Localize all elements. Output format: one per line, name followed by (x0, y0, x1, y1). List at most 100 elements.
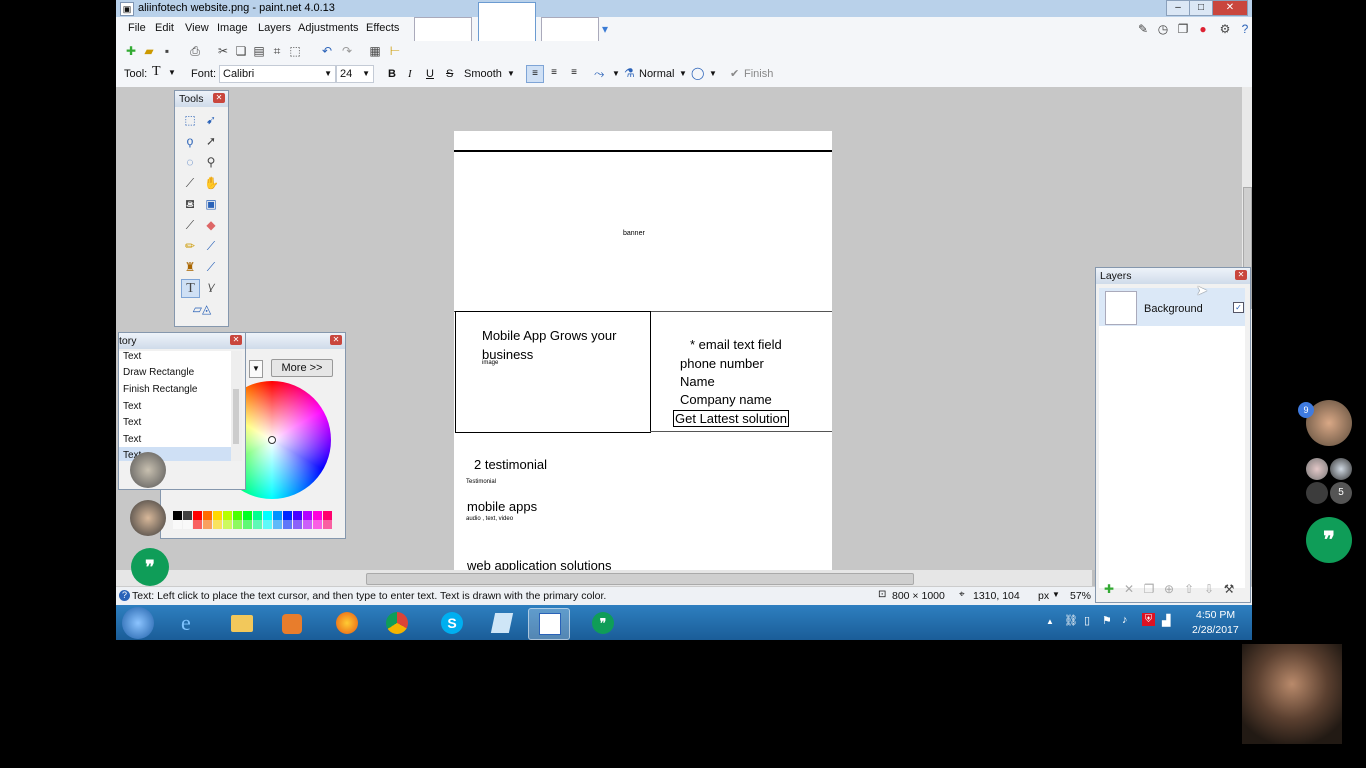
palette-swatch[interactable] (283, 511, 292, 520)
colors-panel-close-button[interactable]: ✕ (330, 335, 342, 345)
print-icon[interactable]: ⎙ (188, 44, 202, 58)
hangouts-avatar-small[interactable] (130, 452, 166, 488)
chrome-icon[interactable] (376, 608, 416, 638)
palette-swatch[interactable] (223, 511, 232, 520)
palette-swatch[interactable] (193, 511, 202, 520)
font-size-select[interactable]: 24 ▼ (336, 65, 374, 83)
history-item[interactable]: Text (123, 434, 141, 445)
paste-icon[interactable]: ▤ (252, 44, 266, 58)
palette-swatch[interactable] (313, 511, 322, 520)
shapes-icon[interactable]: ▱◬ (191, 302, 213, 316)
palette-swatch[interactable] (293, 511, 302, 520)
undo-icon[interactable]: ↶ (320, 44, 334, 58)
units-select[interactable]: px (1038, 590, 1049, 602)
history-item[interactable]: Text (123, 351, 141, 362)
palette-swatch[interactable] (213, 511, 222, 520)
file-explorer-icon[interactable] (221, 608, 261, 638)
taskbar-date[interactable]: 2/28/2017 (1192, 624, 1239, 636)
menu-layers[interactable]: Layers (258, 22, 291, 34)
open-folder-icon[interactable]: ▰ (142, 44, 156, 58)
history-item[interactable]: Text (123, 417, 141, 428)
palette-swatch[interactable] (243, 520, 252, 529)
strikethrough-button[interactable]: S (446, 68, 453, 80)
start-button[interactable] (122, 607, 154, 639)
antialiasing-select[interactable]: Smooth (464, 68, 502, 80)
history-scrollbar[interactable] (231, 351, 242, 461)
merge-layer-icon[interactable]: ⊕ (1162, 582, 1176, 596)
selection-mode-icon[interactable]: ⤳ (594, 66, 604, 82)
horizontal-scrollbar[interactable] (116, 570, 1092, 586)
finish-button[interactable]: Finish (744, 68, 773, 80)
hangouts-avatar[interactable] (130, 500, 166, 536)
antialias-icon[interactable]: ◯ (691, 66, 704, 80)
history-item[interactable]: Finish Rectangle (123, 384, 197, 395)
text-tool-icon[interactable]: T (152, 64, 161, 80)
show-hidden-icons-icon[interactable]: ▲ (1046, 617, 1054, 626)
palette-swatch[interactable] (223, 520, 232, 529)
chevron-down-icon[interactable]: ▼ (709, 69, 717, 78)
tool-dropdown-icon[interactable]: ▼ (168, 68, 176, 77)
menu-edit[interactable]: Edit (155, 22, 174, 34)
close-window-button[interactable]: ✕ (1212, 0, 1248, 16)
crop-icon[interactable]: ⌗ (270, 44, 284, 58)
recolor-icon[interactable]: ⟋ (204, 260, 218, 274)
delete-layer-icon[interactable]: ✕ (1122, 582, 1136, 596)
copy-icon[interactable]: ❏ (234, 44, 248, 58)
document-canvas[interactable]: banner Mobile App Grows your business im… (454, 131, 832, 570)
palette-swatch[interactable] (273, 511, 282, 520)
palette-swatch[interactable] (293, 520, 302, 529)
history-scrollbar-thumb[interactable] (233, 389, 239, 444)
palette-swatch[interactable] (263, 520, 272, 529)
layer-visibility-checkbox[interactable]: ✓ (1233, 302, 1244, 313)
chevron-down-icon[interactable]: ▼ (1052, 590, 1060, 599)
paint-bucket-icon[interactable]: ⛾ (183, 197, 197, 211)
pencil-icon[interactable]: ✏ (183, 239, 197, 253)
chevron-down-icon[interactable]: ▼ (679, 69, 687, 78)
palette-swatch[interactable] (323, 520, 332, 529)
layer-row[interactable]: Background ✓ (1099, 288, 1245, 326)
color-wheel-handle[interactable] (268, 436, 276, 444)
minimize-button[interactable]: – (1166, 0, 1190, 16)
grid-icon[interactable]: ▦ (368, 44, 382, 58)
move-layer-up-icon[interactable]: ⇧ (1182, 582, 1196, 596)
palette-swatch[interactable] (173, 511, 182, 520)
palette-swatch[interactable] (243, 511, 252, 520)
new-file-icon[interactable]: ✚ (124, 44, 138, 58)
save-icon[interactable]: ▪ (160, 44, 174, 58)
pan-hand-icon[interactable]: ✋ (204, 176, 219, 190)
colors-toggle-icon[interactable]: ● (1196, 22, 1210, 36)
clone-stamp-icon[interactable]: ♜ (183, 260, 197, 274)
network-tray-icon[interactable]: ⛓ (1064, 614, 1078, 627)
chevron-down-icon[interactable]: ▼ (507, 69, 515, 78)
zoom-icon[interactable]: ⚲ (204, 155, 218, 169)
help-icon[interactable]: ? (1238, 22, 1252, 36)
palette-swatch[interactable] (173, 520, 182, 529)
horizontal-scrollbar-thumb[interactable] (366, 573, 914, 585)
ruler-icon[interactable]: ⊢ (388, 44, 402, 58)
taskbar-time[interactable]: 4:50 PM (1196, 609, 1235, 621)
menu-view[interactable]: View (185, 22, 209, 34)
magic-wand-icon[interactable]: ⟋ (183, 176, 197, 190)
deselect-icon[interactable]: ⬚ (288, 44, 302, 58)
bold-button[interactable]: B (388, 68, 396, 80)
settings-gear-icon[interactable]: ⚙ (1218, 22, 1232, 36)
color-palette[interactable] (173, 511, 333, 529)
move-selection-icon[interactable]: ➚ (204, 134, 218, 148)
paintbrush-icon[interactable]: ⟋ (183, 218, 197, 232)
palette-swatch[interactable] (263, 511, 272, 520)
palette-swatch[interactable] (313, 520, 322, 529)
palette-swatch[interactable] (303, 520, 312, 529)
skype-icon[interactable]: S (431, 608, 471, 638)
align-right-icon[interactable]: ≡ (566, 65, 582, 81)
palette-swatch[interactable] (253, 520, 262, 529)
move-layer-down-icon[interactable]: ⇩ (1202, 582, 1216, 596)
align-left-icon[interactable]: ≡ (526, 65, 544, 83)
ellipse-select-icon[interactable]: ◌ (183, 155, 197, 169)
menu-adjustments[interactable]: Adjustments (298, 22, 359, 34)
menu-file[interactable]: File (128, 22, 146, 34)
palette-swatch[interactable] (273, 520, 282, 529)
italic-button[interactable]: I (408, 68, 412, 80)
eraser-icon[interactable]: ◆ (204, 218, 218, 232)
palette-swatch[interactable] (203, 520, 212, 529)
text-tool-icon[interactable]: T (181, 279, 200, 298)
